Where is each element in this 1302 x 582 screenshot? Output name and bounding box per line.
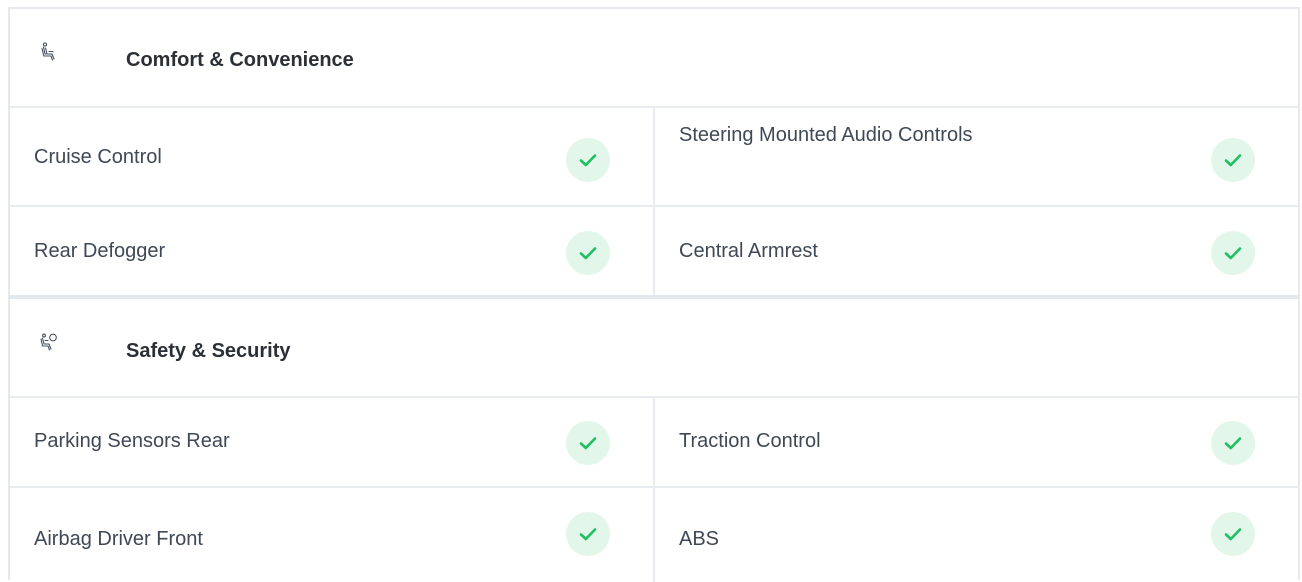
feature-label: Traction Control [679, 430, 821, 452]
feature-label: ABS [679, 528, 720, 550]
features-panel: Comfort & Convenience Cruise Control Ste… [8, 7, 1300, 582]
section-header-safety: Safety & Security [10, 299, 1300, 396]
feature-label: Steering Mounted Audio Controls [679, 124, 973, 146]
section-title: Safety & Security [126, 340, 291, 362]
seat-icon [39, 42, 59, 62]
check-icon [566, 421, 610, 465]
feature-item: Airbag Driver Front [10, 488, 653, 582]
feature-item: Rear Defogger [10, 207, 653, 295]
check-icon [566, 231, 610, 275]
check-icon [566, 138, 610, 182]
feature-label: Parking Sensors Rear [34, 430, 230, 452]
check-icon [1211, 231, 1255, 275]
feature-label: Rear Defogger [34, 240, 166, 262]
check-icon [566, 512, 610, 556]
check-icon [1211, 421, 1255, 465]
feature-label: Airbag Driver Front [34, 528, 203, 550]
feature-item: Central Armrest [655, 207, 1300, 295]
check-icon [1211, 138, 1255, 182]
feature-label: Cruise Control [34, 146, 162, 168]
feature-label: Central Armrest [679, 240, 818, 262]
check-icon [1211, 512, 1255, 556]
airbag-icon [39, 333, 59, 353]
section-title: Comfort & Convenience [126, 49, 354, 71]
section-header-comfort: Comfort & Convenience [10, 9, 1300, 106]
feature-item: Steering Mounted Audio Controls [655, 108, 1300, 205]
feature-item: ABS [655, 488, 1300, 582]
feature-item: Parking Sensors Rear [10, 398, 653, 486]
feature-item: Cruise Control [10, 108, 653, 205]
feature-item: Traction Control [655, 398, 1300, 486]
